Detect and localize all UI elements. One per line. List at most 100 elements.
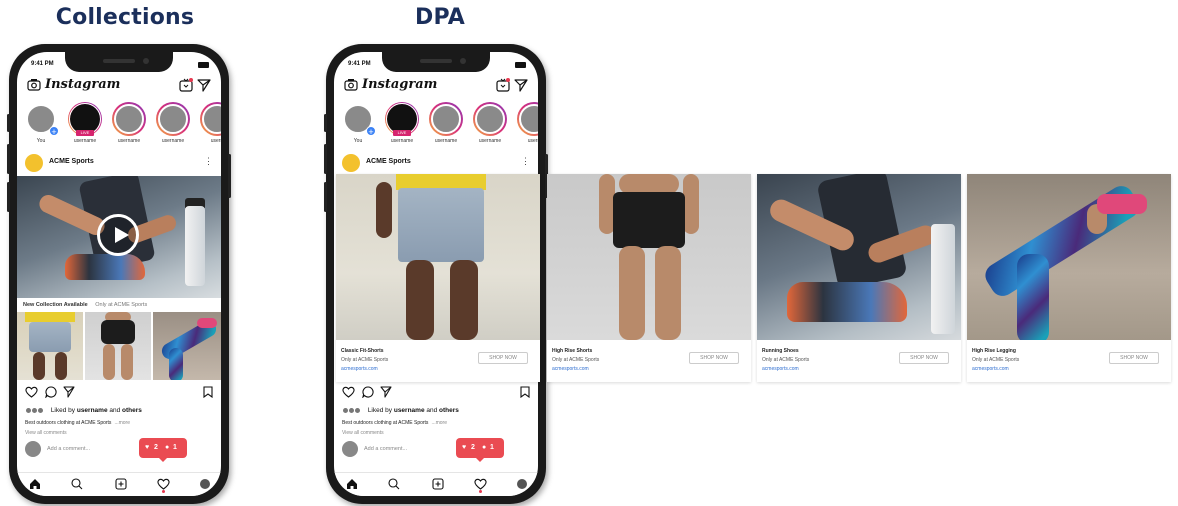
- status-time: 9:41 PM: [31, 61, 54, 67]
- share-icon[interactable]: [63, 386, 75, 398]
- shop-now-button[interactable]: SHOP NOW: [689, 352, 739, 364]
- add-comment-input[interactable]: Add a comment...: [47, 446, 90, 452]
- heart-icon[interactable]: [342, 386, 355, 398]
- story-label: username: [117, 138, 141, 144]
- view-comments-link[interactable]: View all comments: [342, 430, 384, 436]
- collection-thumbnails: [17, 312, 221, 380]
- igtv-icon[interactable]: [179, 78, 193, 92]
- dpa-product-carousel[interactable]: Classic Fit-Shorts Only at ACME Sports a…: [336, 174, 1174, 382]
- likes-row: Liked by username and others: [25, 407, 213, 414]
- shop-now-button[interactable]: SHOP NOW: [1109, 352, 1159, 364]
- shop-now-button[interactable]: SHOP NOW: [478, 352, 528, 364]
- direct-message-icon[interactable]: [514, 78, 528, 92]
- notif-heart-icon: ♥: [462, 444, 467, 451]
- product-subtitle: Only at ACME Sports: [341, 357, 389, 363]
- play-icon[interactable]: [97, 214, 139, 256]
- notif-comments-count: 1: [490, 444, 494, 451]
- caption-text: Best outdoors clothing at ACME Sports: [25, 420, 112, 426]
- profile-icon[interactable]: [516, 478, 528, 490]
- activity-dot: [479, 490, 482, 493]
- product-card[interactable]: High Rise Shorts Only at ACME Sports acm…: [547, 174, 751, 382]
- story-item[interactable]: username: [111, 102, 147, 146]
- caption-more-link[interactable]: ...more: [431, 420, 447, 426]
- story-label: username: [434, 138, 458, 144]
- liker-avatars: [25, 407, 45, 414]
- product-thumbnail[interactable]: [153, 312, 221, 380]
- account-name[interactable]: ACME Sports: [366, 158, 411, 165]
- account-name[interactable]: ACME Sports: [49, 158, 94, 165]
- bookmark-icon[interactable]: [203, 386, 213, 398]
- activity-heart-icon[interactable]: [157, 478, 170, 490]
- collection-hero-video[interactable]: [17, 176, 221, 298]
- product-link[interactable]: acmesports.com: [341, 366, 378, 372]
- heart-icon[interactable]: [25, 386, 38, 398]
- product-image[interactable]: [336, 174, 540, 340]
- post-header: ACME Sports ⋮: [342, 154, 530, 172]
- create-post-icon[interactable]: [115, 478, 127, 490]
- activity-notification-bubble: ♥ 2 ● 1: [456, 438, 504, 462]
- igtv-icon[interactable]: [496, 78, 510, 92]
- story-item[interactable]: username: [428, 102, 464, 146]
- liked-by-others[interactable]: others: [439, 407, 459, 414]
- live-badge: LIVE: [393, 130, 411, 136]
- profile-icon[interactable]: [199, 478, 211, 490]
- liked-by-user[interactable]: username: [77, 407, 108, 414]
- live-badge: LIVE: [76, 130, 94, 136]
- add-story-icon[interactable]: +: [49, 126, 59, 137]
- story-item[interactable]: usern: [199, 102, 221, 146]
- product-link[interactable]: acmesports.com: [972, 366, 1009, 372]
- search-icon[interactable]: [388, 478, 400, 490]
- liked-by-others[interactable]: others: [122, 407, 142, 414]
- story-item[interactable]: usern: [516, 102, 538, 146]
- product-card[interactable]: Running Shoes Only at ACME Sports acmesp…: [757, 174, 961, 382]
- product-thumbnail[interactable]: [17, 312, 83, 380]
- activity-heart-icon[interactable]: [474, 478, 487, 490]
- story-label: usern: [210, 138, 221, 144]
- view-comments-link[interactable]: View all comments: [25, 430, 67, 436]
- likes-row: Liked by username and others: [342, 407, 530, 414]
- comment-icon[interactable]: [45, 386, 57, 398]
- product-info: Running Shoes Only at ACME Sports acmesp…: [757, 340, 961, 382]
- product-link[interactable]: acmesports.com: [762, 366, 799, 372]
- product-image[interactable]: [547, 174, 751, 340]
- liked-by-user[interactable]: username: [394, 407, 425, 414]
- add-comment-input[interactable]: Add a comment...: [364, 446, 407, 452]
- home-icon[interactable]: [29, 478, 41, 490]
- more-options-icon[interactable]: ⋮: [204, 156, 213, 167]
- caption-more-link[interactable]: ...more: [114, 420, 130, 426]
- camera-icon[interactable]: [344, 78, 358, 91]
- share-icon[interactable]: [380, 386, 392, 398]
- bookmark-icon[interactable]: [520, 386, 530, 398]
- direct-message-icon[interactable]: [197, 78, 211, 92]
- shop-now-button[interactable]: SHOP NOW: [899, 352, 949, 364]
- story-item[interactable]: username: [155, 102, 191, 146]
- story-item[interactable]: LIVE username: [384, 102, 420, 146]
- add-story-icon[interactable]: +: [366, 126, 376, 137]
- post-actions: [25, 386, 213, 400]
- search-icon[interactable]: [71, 478, 83, 490]
- product-card[interactable]: Classic Fit-Shorts Only at ACME Sports a…: [336, 174, 540, 382]
- home-icon[interactable]: [346, 478, 358, 490]
- comment-icon[interactable]: [362, 386, 374, 398]
- account-avatar[interactable]: [342, 154, 360, 172]
- story-item[interactable]: username: [472, 102, 508, 146]
- product-image[interactable]: [967, 174, 1171, 340]
- story-item[interactable]: + You: [340, 102, 376, 146]
- product-thumbnail[interactable]: [85, 312, 151, 380]
- activity-notification-bubble: ♥ 2 ● 1: [139, 438, 187, 462]
- post-caption: Best outdoors clothing at ACME Sports...…: [342, 420, 530, 426]
- more-options-icon[interactable]: ⋮: [521, 156, 530, 167]
- product-card[interactable]: High Rise Legging Only at ACME Sports ac…: [967, 174, 1171, 382]
- story-label: username: [390, 138, 414, 144]
- battery-icon: [198, 62, 209, 68]
- camera-icon[interactable]: [27, 78, 41, 91]
- story-item[interactable]: LIVE username: [67, 102, 103, 146]
- product-link[interactable]: acmesports.com: [552, 366, 589, 372]
- story-item[interactable]: + You: [23, 102, 59, 146]
- account-avatar[interactable]: [25, 154, 43, 172]
- product-image[interactable]: [757, 174, 961, 340]
- product-subtitle: Only at ACME Sports: [552, 357, 600, 363]
- ig-header: Instagram: [27, 76, 211, 94]
- create-post-icon[interactable]: [432, 478, 444, 490]
- tab-bar: [334, 472, 538, 496]
